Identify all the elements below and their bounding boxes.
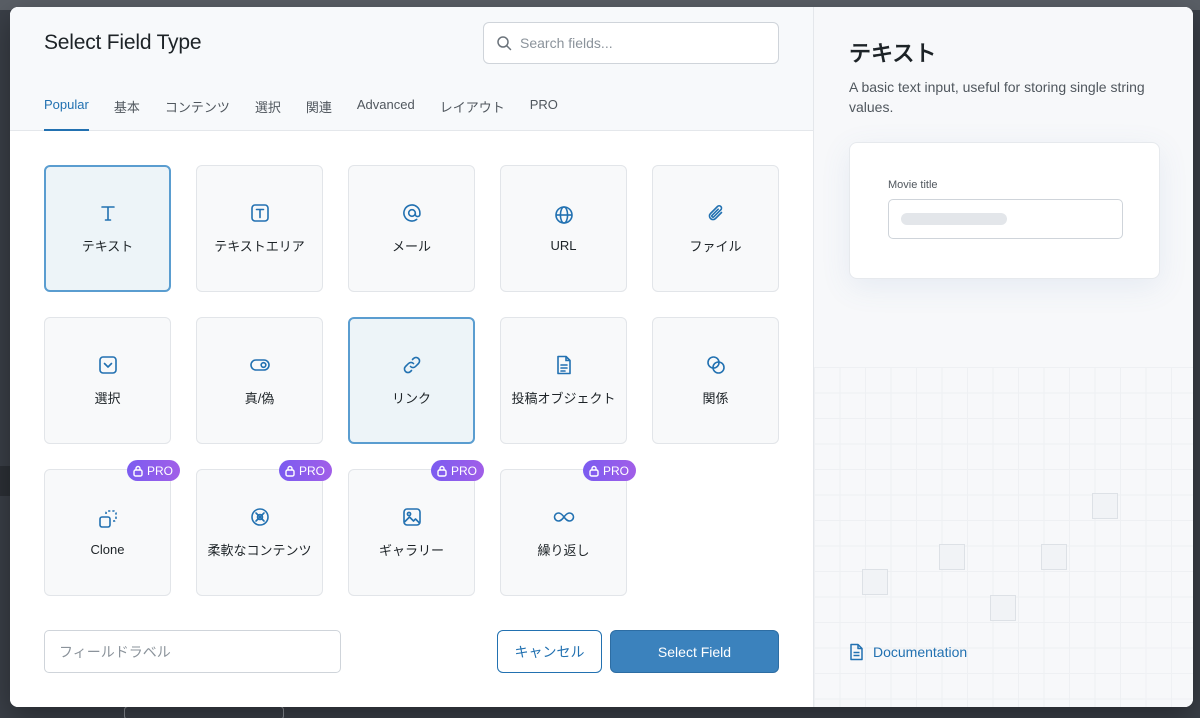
infinity-icon xyxy=(553,512,574,522)
category-tabs: Popular 基本 コンテンツ 選択 関連 Advanced レイアウト PRO xyxy=(44,97,583,131)
document-icon xyxy=(850,643,863,661)
field-type-card[interactable]: メール xyxy=(348,165,475,292)
search-input[interactable] xyxy=(520,35,760,51)
gallery-icon xyxy=(402,508,421,526)
field-type-card[interactable]: 選択 xyxy=(44,317,171,444)
pro-badge-label: PRO xyxy=(298,463,325,478)
decorative-square xyxy=(990,595,1016,621)
field-type-card[interactable]: リンク xyxy=(348,317,475,444)
pro-badge: PRO xyxy=(278,460,332,481)
decorative-square xyxy=(862,569,888,595)
field-preview-card: Movie title xyxy=(849,142,1160,279)
field-type-card[interactable]: 真/偽 xyxy=(196,317,323,444)
preview-description: A basic text input, useful for storing s… xyxy=(849,79,1145,115)
backdrop-button xyxy=(124,706,284,718)
tab-2[interactable]: コンテンツ xyxy=(165,97,230,131)
relationship-icon xyxy=(706,356,725,374)
select-field-modal: Select Field Type Popular基本コンテンツ選択関連Adva… xyxy=(10,7,1193,707)
field-preview-pane: テキスト A basic text input, useful for stor… xyxy=(813,7,1193,707)
lock-icon xyxy=(133,465,143,477)
backdrop-arrow xyxy=(0,466,10,496)
field-type-card[interactable]: 関係 xyxy=(652,317,779,444)
link-icon xyxy=(403,356,420,374)
field-type-card[interactable]: テキスト xyxy=(44,165,171,292)
textarea-icon xyxy=(250,204,269,222)
document-icon xyxy=(556,355,571,375)
field-type-label: ギャラリー xyxy=(378,543,444,558)
field-picker-pane: Select Field Type Popular基本コンテンツ選択関連Adva… xyxy=(10,7,813,707)
field-type-card[interactable]: 繰り返し PRO xyxy=(500,460,636,596)
modal-title: Select Field Type xyxy=(44,31,202,54)
preview-example-input xyxy=(888,199,1123,239)
pro-badge: PRO xyxy=(430,460,484,481)
tab-4[interactable]: 関連 xyxy=(306,97,332,131)
tab-6[interactable]: レイアウト xyxy=(440,97,505,131)
cancel-button[interactable]: キャンセル xyxy=(497,630,602,673)
tab-1[interactable]: 基本 xyxy=(114,97,140,131)
tab-7[interactable]: PRO xyxy=(530,97,558,131)
pro-badge: PRO xyxy=(582,460,636,481)
toggle-icon xyxy=(249,359,270,371)
field-type-label: 関係 xyxy=(702,391,729,406)
field-type-card[interactable]: 投稿オブジェクト xyxy=(500,317,627,444)
flexible-content-icon xyxy=(250,508,269,526)
search-icon xyxy=(497,36,512,51)
pro-badge-label: PRO xyxy=(602,463,629,478)
select-field-button[interactable]: Select Field xyxy=(610,630,779,673)
field-type-label: 選択 xyxy=(94,391,121,406)
field-type-card[interactable]: URL xyxy=(500,165,627,292)
documentation-label: Documentation xyxy=(873,644,968,660)
field-type-label: 真/偽 xyxy=(244,391,275,406)
modal-header: Select Field Type Popular 基本コンテンツ選択関連 Adva… xyxy=(10,7,813,131)
tab-0[interactable]: Popular xyxy=(44,97,89,131)
field-type-card[interactable]: Clone PRO xyxy=(44,460,180,596)
field-type-label: 柔軟なコンテンツ xyxy=(207,543,312,558)
tab-3[interactable]: 選択 xyxy=(255,97,281,131)
field-type-label: メール xyxy=(391,239,431,254)
field-type-card[interactable]: テキストエリア xyxy=(196,165,323,292)
field-type-label: リンク xyxy=(391,391,431,406)
at-sign-icon xyxy=(402,204,421,222)
field-type-card[interactable]: 柔軟なコンテンツ PRO xyxy=(196,460,332,596)
field-type-card[interactable]: ファイル xyxy=(652,165,779,292)
decorative-square xyxy=(1092,493,1118,519)
field-type-card[interactable]: ギャラリー PRO xyxy=(348,460,484,596)
lock-icon xyxy=(285,465,295,477)
search-box[interactable] xyxy=(483,22,779,64)
globe-icon xyxy=(554,206,573,224)
pro-badge-label: PRO xyxy=(450,463,477,478)
preview-title: テキスト xyxy=(849,41,937,66)
field-type-label: 投稿オブジェクト xyxy=(511,391,616,406)
field-label-input[interactable] xyxy=(44,630,341,673)
decorative-square xyxy=(939,544,965,570)
preview-placeholder-bar xyxy=(901,213,1007,225)
field-type-label: テキストエリア xyxy=(214,239,305,254)
preview-example-label: Movie title xyxy=(888,179,938,191)
documentation-link[interactable]: Documentation xyxy=(849,643,967,661)
tab-5[interactable]: Advanced xyxy=(357,97,415,131)
lock-icon xyxy=(437,465,447,477)
text-icon xyxy=(100,206,115,221)
field-type-label: ファイル xyxy=(689,239,742,254)
field-type-label: テキスト xyxy=(81,239,134,254)
pro-badge: PRO xyxy=(126,460,180,481)
clone-icon xyxy=(98,510,117,528)
paperclip-icon xyxy=(708,205,722,221)
field-type-label: URL xyxy=(550,238,577,253)
field-type-label: Clone xyxy=(90,542,125,557)
select-dropdown-icon xyxy=(98,356,117,374)
lock-icon xyxy=(589,465,599,477)
pro-badge-label: PRO xyxy=(146,463,173,478)
field-type-label: 繰り返し xyxy=(537,543,590,558)
decorative-square xyxy=(1041,544,1067,570)
